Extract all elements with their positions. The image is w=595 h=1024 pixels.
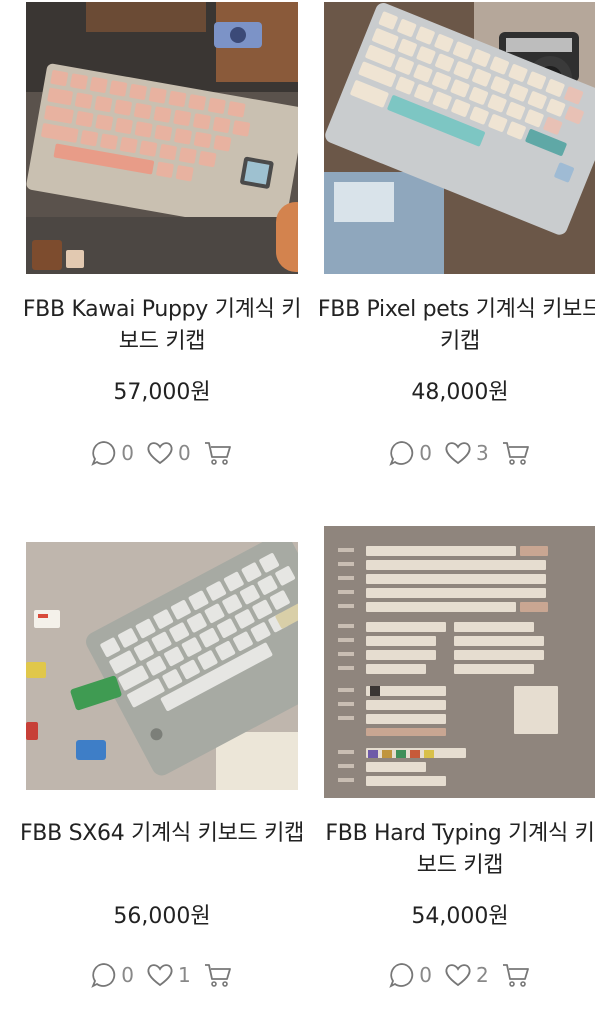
like-button[interactable]: 1 <box>146 962 191 988</box>
comment-button[interactable]: 0 <box>389 440 432 466</box>
like-count: 1 <box>178 963 191 987</box>
cart-icon <box>204 442 231 465</box>
comment-icon <box>389 963 414 988</box>
product-title[interactable]: FBB SX64 기계식 키보드 키캡 <box>18 818 306 850</box>
product-actions: 0 0 <box>26 438 298 468</box>
comment-button[interactable]: 0 <box>91 440 134 466</box>
comment-count: 0 <box>121 441 134 465</box>
product-actions: 0 3 <box>324 438 595 468</box>
comment-count: 0 <box>419 963 432 987</box>
add-to-cart-button[interactable] <box>203 440 233 466</box>
cart-icon <box>502 442 529 465</box>
product-price: 56,000원 <box>113 904 211 929</box>
heart-icon <box>147 442 173 465</box>
heart-icon <box>445 442 471 465</box>
heart-icon <box>445 964 471 987</box>
heart-icon <box>147 964 173 987</box>
comment-count: 0 <box>419 441 432 465</box>
comment-button[interactable]: 0 <box>389 962 432 988</box>
product-title[interactable]: FBB Pixel pets 기계식 키보드 키캡 <box>316 294 595 358</box>
product-image[interactable] <box>324 2 595 274</box>
add-to-cart-button[interactable] <box>501 440 531 466</box>
cart-icon <box>204 964 231 987</box>
like-count: 2 <box>476 963 489 987</box>
product-actions: 0 2 <box>324 960 595 990</box>
product-title[interactable]: FBB Hard Typing 기계식 키보드 키캡 <box>316 818 595 882</box>
product-actions: 0 1 <box>26 960 298 990</box>
product-image[interactable] <box>26 2 298 274</box>
cart-icon <box>502 964 529 987</box>
comment-button[interactable]: 0 <box>91 962 134 988</box>
product-image[interactable] <box>26 542 298 790</box>
like-button[interactable]: 3 <box>444 440 489 466</box>
product-price: 48,000원 <box>411 380 509 405</box>
like-button[interactable]: 2 <box>444 962 489 988</box>
like-button[interactable]: 0 <box>146 440 191 466</box>
product-price: 57,000원 <box>113 380 211 405</box>
comment-icon <box>91 963 116 988</box>
product-title[interactable]: FBB Kawai Puppy 기계식 키보드 키캡 <box>18 294 306 358</box>
add-to-cart-button[interactable] <box>501 962 531 988</box>
product-price: 54,000원 <box>411 904 509 929</box>
comment-icon <box>389 441 414 466</box>
like-count: 3 <box>476 441 489 465</box>
add-to-cart-button[interactable] <box>203 962 233 988</box>
product-image[interactable] <box>324 526 595 798</box>
comment-count: 0 <box>121 963 134 987</box>
like-count: 0 <box>178 441 191 465</box>
comment-icon <box>91 441 116 466</box>
